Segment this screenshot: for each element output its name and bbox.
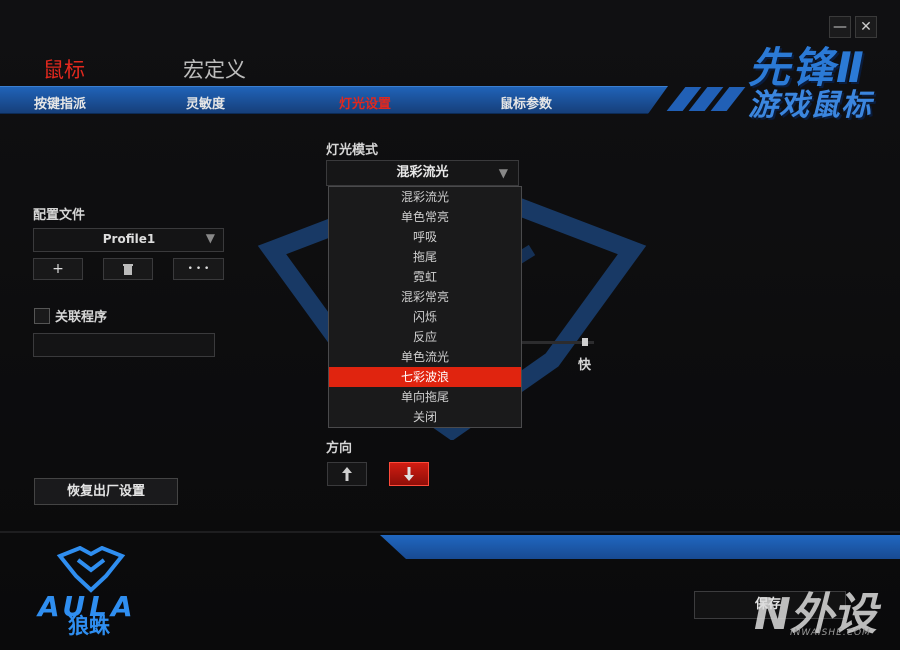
more-options-button[interactable]: • • • (173, 258, 224, 280)
mode-option[interactable]: 关闭 (329, 407, 521, 427)
bottom-divider (0, 531, 900, 533)
mode-option[interactable]: 闪烁 (329, 307, 521, 327)
add-profile-button[interactable]: + (33, 258, 83, 280)
link-program-input[interactable] (33, 333, 215, 357)
trash-icon (123, 264, 133, 275)
nav-item-lighting[interactable]: 灯光设置 (339, 93, 391, 112)
direction-down-button[interactable] (389, 462, 429, 486)
direction-label: 方向 (326, 441, 353, 456)
mode-option[interactable]: 混彩常亮 (329, 287, 521, 307)
link-program-label: 关联程序 (55, 310, 108, 325)
profile-select[interactable]: Profile1 ▼ (33, 228, 224, 252)
mode-option[interactable]: 反应 (329, 327, 521, 347)
profile-label: 配置文件 (33, 208, 86, 223)
mode-option[interactable]: 混彩流光 (329, 187, 521, 207)
brand-subtitle: 游戏鼠标 (748, 88, 872, 123)
speed-fast-label: 快 (578, 358, 592, 373)
aula-logo-cn: 狼蛛 (68, 614, 110, 638)
light-mode-label: 灯光模式 (326, 143, 379, 158)
reset-factory-button[interactable]: 恢复出厂设置 (34, 478, 178, 505)
arrow-down-icon (404, 467, 414, 481)
chevron-down-icon: ▼ (498, 166, 508, 180)
bottom-blue-stripe (380, 535, 900, 559)
mode-option-highlighted[interactable]: 七彩波浪 (329, 367, 521, 387)
tab-macro[interactable]: 宏定义 (183, 54, 246, 84)
light-mode-select-value: 混彩流光 (396, 165, 449, 180)
link-program-checkbox[interactable] (34, 308, 50, 324)
nav-item-mouse-params[interactable]: 鼠标参数 (500, 93, 552, 112)
tab-mouse[interactable]: 鼠标 (43, 54, 85, 84)
mode-option[interactable]: 霓虹 (329, 267, 521, 287)
mode-option[interactable]: 单色流光 (329, 347, 521, 367)
app-window: — ✕ 先锋Ⅱ 游戏鼠标 鼠标 宏定义 按键指派 灵敏度 灯光设置 鼠标参数 配… (0, 0, 900, 650)
mode-option[interactable]: 呼吸 (329, 227, 521, 247)
delete-profile-button[interactable] (103, 258, 153, 280)
nav-item-sensitivity[interactable]: 灵敏度 (186, 93, 225, 112)
mode-option[interactable]: 单色常亮 (329, 207, 521, 227)
nav-item-key-assign[interactable]: 按键指派 (34, 93, 86, 112)
direction-up-button[interactable] (327, 462, 367, 486)
profile-select-value: Profile1 (102, 232, 156, 246)
light-mode-dropdown-list: 混彩流光 单色常亮 呼吸 拖尾 霓虹 混彩常亮 闪烁 反应 单色流光 七彩波浪 … (328, 186, 522, 428)
mode-option[interactable]: 单向拖尾 (329, 387, 521, 407)
chevron-down-icon: ▼ (205, 231, 215, 245)
aula-spider-logo-icon (56, 546, 126, 593)
arrow-up-icon (342, 467, 352, 481)
nav-bar: 按键指派 灵敏度 灯光设置 鼠标参数 (0, 86, 668, 114)
mode-option[interactable]: 拖尾 (329, 247, 521, 267)
light-mode-select[interactable]: 混彩流光 ▼ (326, 160, 519, 186)
site-watermark-url: INWAISHE.COM (790, 628, 871, 638)
speed-slider-handle[interactable] (582, 338, 588, 346)
